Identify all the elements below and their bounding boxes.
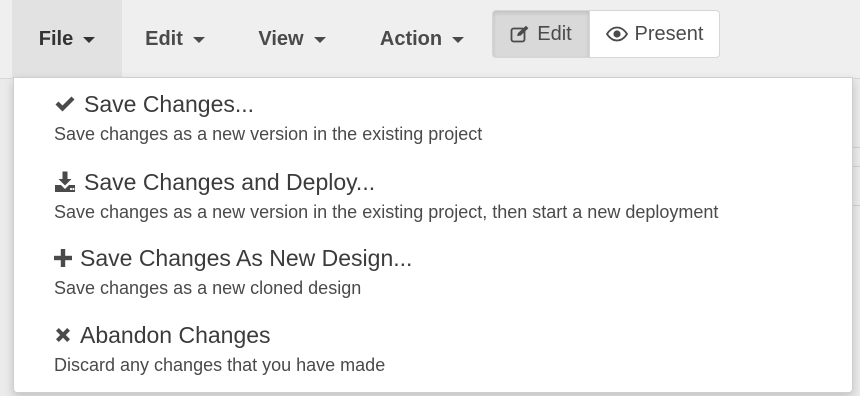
menu-item-title-row: Abandon Changes [54,319,271,351]
present-mode-label: Present [634,22,704,45]
mode-toggle: Edit Present [492,10,720,58]
menu-item-title: Save Changes... [84,90,255,117]
file-menu-label: File [38,27,74,50]
view-menu-label: View [258,27,304,50]
menu-item-abandon-changes[interactable]: Abandon Changes Discard any changes that… [14,319,852,389]
menu-item-title: Save Changes As New Design... [80,244,413,271]
app-page: File Edit View Action Edit Present Save … [0,0,860,396]
background-divider [852,147,860,148]
file-menu[interactable]: File [12,0,122,78]
background-divider [852,166,860,167]
plus-icon [54,249,72,267]
menu-item-title: Save Changes and Deploy... [84,168,376,195]
eye-icon [605,26,628,42]
menu-item-title-row: Save Changes As New Design... [54,242,412,274]
view-menu[interactable]: View [240,0,344,78]
action-menu[interactable]: Action [360,0,484,78]
menu-item-save-changes[interactable]: Save Changes... Save changes as a new ve… [14,88,852,158]
menu-item-description: Save changes as a new version in the exi… [54,124,483,144]
file-dropdown-menu: Save Changes... Save changes as a new ve… [13,77,853,393]
pencil-square-icon [510,25,529,43]
menu-item-description: Discard any changes that you have made [54,355,386,375]
caret-down-icon [313,37,326,43]
present-mode-button[interactable]: Present [590,10,720,58]
caret-down-icon [83,37,96,43]
menu-item-save-as-new-design[interactable]: Save Changes As New Design... Save chang… [14,242,852,312]
menu-item-title: Abandon Changes [80,321,271,348]
menubar: File Edit View Action Edit Present [0,0,860,79]
checkmark-icon [54,95,76,113]
action-menu-label: Action [379,27,443,50]
menu-item-description: Save changes as a new cloned design [54,278,362,298]
caret-down-icon [452,37,465,43]
download-icon [54,171,76,193]
menu-item-description: Save changes as a new version in the exi… [54,202,719,222]
edit-mode-button[interactable]: Edit [492,10,590,58]
edit-menu-label: Edit [145,27,183,50]
caret-down-icon [192,37,205,43]
menu-item-title-row: Save Changes and Deploy... [54,166,375,198]
edit-menu[interactable]: Edit [126,0,224,78]
menu-item-title-row: Save Changes... [54,88,254,120]
background-divider [852,205,860,206]
edit-mode-label: Edit [537,22,572,45]
x-icon [54,326,72,344]
menu-item-save-and-deploy[interactable]: Save Changes and Deploy... Save changes … [14,166,852,236]
